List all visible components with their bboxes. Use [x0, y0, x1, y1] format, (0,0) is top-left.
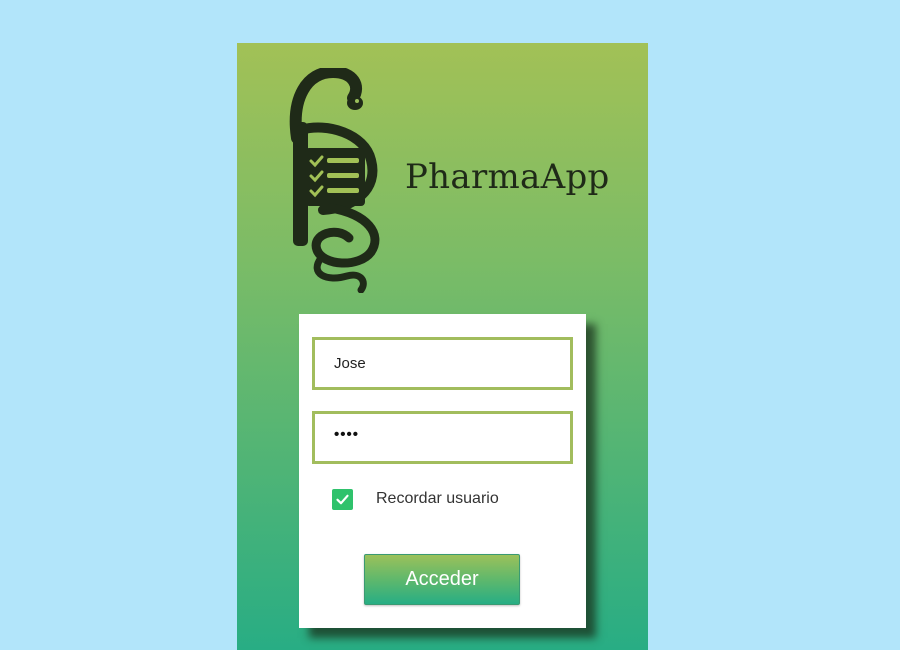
checkmark-icon [336, 494, 349, 504]
username-field[interactable]: Jose [312, 337, 573, 390]
app-title: PharmaApp [405, 157, 610, 197]
login-card: Jose •••• Recordar usuario Acceder [299, 314, 586, 628]
caduceus-snake-checklist-icon [289, 68, 380, 293]
login-button[interactable]: Acceder [364, 554, 520, 605]
password-mask: •••• [334, 426, 360, 443]
app-screen: PharmaApp Jose •••• Recordar usuario Acc… [237, 43, 648, 650]
remember-user-label: Recordar usuario [376, 490, 499, 507]
remember-user-row[interactable]: Recordar usuario [332, 488, 499, 510]
remember-user-checkbox[interactable] [332, 488, 353, 510]
username-value: Jose [334, 355, 366, 372]
password-field[interactable]: •••• [312, 411, 573, 464]
